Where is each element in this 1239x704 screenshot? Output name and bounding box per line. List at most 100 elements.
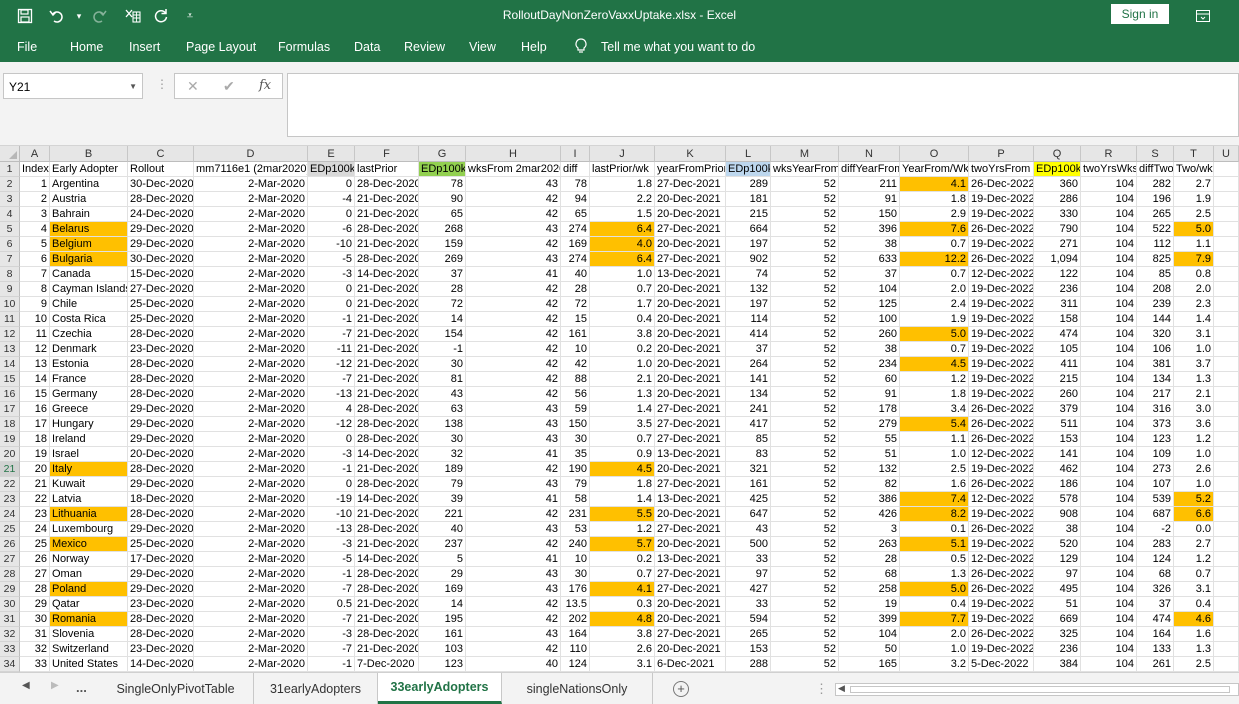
grid-cell[interactable]: 12 xyxy=(20,342,50,357)
grid-cell[interactable]: 1.0 xyxy=(590,267,655,282)
insert-function-icon[interactable]: fx xyxy=(259,78,271,93)
grid-cell[interactable]: 125 xyxy=(839,297,900,312)
grid-cell[interactable]: 100 xyxy=(839,312,900,327)
grid-cell[interactable]: 169 xyxy=(419,582,466,597)
grid-cell[interactable]: -7 xyxy=(308,642,355,657)
row-header-5[interactable]: 5 xyxy=(0,222,20,237)
header-cell[interactable]: EDp100k xyxy=(308,162,355,177)
grid-cell[interactable]: 0.4 xyxy=(900,597,969,612)
grid-cell[interactable]: 2-Mar-2020 xyxy=(194,522,308,537)
column-header-l[interactable]: L xyxy=(726,146,771,162)
header-cell[interactable]: YearFrom/Wk xyxy=(900,162,969,177)
grid-cell[interactable]: 32 xyxy=(20,642,50,657)
grid-cell[interactable]: 78 xyxy=(561,177,590,192)
grid-cell[interactable]: 104 xyxy=(1081,417,1137,432)
grid-cell[interactable]: -13 xyxy=(308,387,355,402)
column-header-u[interactable]: U xyxy=(1214,146,1239,162)
grid-cell[interactable]: Argentina xyxy=(50,177,128,192)
grid-cell[interactable]: 427 xyxy=(726,582,771,597)
grid-cell[interactable] xyxy=(1214,567,1239,582)
grid-cell[interactable]: 33 xyxy=(726,552,771,567)
grid-cell[interactable]: 161 xyxy=(419,627,466,642)
grid-cell[interactable]: 19-Dec-2022 xyxy=(969,282,1034,297)
grid-cell[interactable]: 0 xyxy=(308,207,355,222)
grid-cell[interactable]: 52 xyxy=(771,477,839,492)
grid-cell[interactable]: 12-Dec-2022 xyxy=(969,267,1034,282)
grid-cell[interactable]: Kuwait xyxy=(50,477,128,492)
grid-cell[interactable]: 28-Dec-2020 xyxy=(128,357,194,372)
grid-cell[interactable]: 9 xyxy=(20,297,50,312)
grid-cell[interactable]: 65 xyxy=(561,207,590,222)
grid-cell[interactable]: Latvia xyxy=(50,492,128,507)
column-header-t[interactable]: T xyxy=(1174,146,1214,162)
column-header-c[interactable]: C xyxy=(128,146,194,162)
header-cell[interactable]: Index xyxy=(20,162,50,177)
grid-cell[interactable]: 29-Dec-2020 xyxy=(128,432,194,447)
tab-formulas[interactable]: Formulas xyxy=(278,40,330,54)
grid-cell[interactable]: 164 xyxy=(1137,627,1174,642)
grid-cell[interactable]: 19-Dec-2022 xyxy=(969,387,1034,402)
grid-cell[interactable]: 42 xyxy=(466,357,561,372)
grid-cell[interactable] xyxy=(1214,657,1239,672)
grid-cell[interactable]: 19-Dec-2022 xyxy=(969,462,1034,477)
grid-cell[interactable]: 104 xyxy=(1081,627,1137,642)
header-cell[interactable]: lastPrior xyxy=(355,162,419,177)
grid-cell[interactable]: 386 xyxy=(839,492,900,507)
grid-cell[interactable]: 5.5 xyxy=(590,507,655,522)
grid-cell[interactable]: 26-Dec-2022 xyxy=(969,522,1034,537)
grid-cell[interactable]: 28 xyxy=(419,282,466,297)
row-header-29[interactable]: 29 xyxy=(0,582,20,597)
column-header-m[interactable]: M xyxy=(771,146,839,162)
grid-cell[interactable]: 37 xyxy=(1137,597,1174,612)
grid-cell[interactable]: 1.6 xyxy=(900,477,969,492)
header-cell[interactable]: mm7116e1 (2mar2020) xyxy=(194,162,308,177)
grid-cell[interactable]: 150 xyxy=(839,207,900,222)
tell-me-search[interactable]: Tell me what you want to do xyxy=(601,40,755,54)
grid-cell[interactable]: 261 xyxy=(1137,657,1174,672)
grid-cell[interactable]: 4.5 xyxy=(590,462,655,477)
grid-cell[interactable]: 20-Dec-2021 xyxy=(655,537,726,552)
grid-cell[interactable]: 26-Dec-2022 xyxy=(969,477,1034,492)
grid-cell[interactable]: Lithuania xyxy=(50,507,128,522)
grid-cell[interactable]: 4 xyxy=(20,222,50,237)
grid-cell[interactable]: 79 xyxy=(419,477,466,492)
grid-cell[interactable]: 29-Dec-2020 xyxy=(128,582,194,597)
grid-cell[interactable]: 2.5 xyxy=(1174,657,1214,672)
grid-cell[interactable]: 21-Dec-2020 xyxy=(355,357,419,372)
grid-cell[interactable]: 384 xyxy=(1034,657,1081,672)
grid-cell[interactable]: 26-Dec-2022 xyxy=(969,402,1034,417)
grid-cell[interactable]: -6 xyxy=(308,222,355,237)
grid-cell[interactable] xyxy=(1214,627,1239,642)
column-header-n[interactable]: N xyxy=(839,146,900,162)
grid-cell[interactable]: 94 xyxy=(561,192,590,207)
grid-cell[interactable]: 30-Dec-2020 xyxy=(128,177,194,192)
grid-cell[interactable]: 107 xyxy=(1137,477,1174,492)
grid-cell[interactable]: 19-Dec-2022 xyxy=(969,192,1034,207)
grid-cell[interactable]: 52 xyxy=(771,462,839,477)
grid-cell[interactable]: 594 xyxy=(726,612,771,627)
grid-cell[interactable]: 43 xyxy=(419,387,466,402)
grid-cell[interactable]: 14-Dec-2020 xyxy=(355,447,419,462)
column-header-e[interactable]: E xyxy=(308,146,355,162)
grid-cell[interactable] xyxy=(1214,192,1239,207)
grid-cell[interactable]: 902 xyxy=(726,252,771,267)
grid-cell[interactable]: 0.5 xyxy=(900,552,969,567)
grid-cell[interactable] xyxy=(1214,477,1239,492)
grid-cell[interactable]: Israel xyxy=(50,447,128,462)
grid-cell[interactable]: 2-Mar-2020 xyxy=(194,357,308,372)
grid-cell[interactable]: 14-Dec-2020 xyxy=(128,657,194,672)
grid-cell[interactable]: 1.9 xyxy=(900,312,969,327)
grid-cell[interactable]: 27-Dec-2021 xyxy=(655,222,726,237)
grid-cell[interactable]: 186 xyxy=(1034,477,1081,492)
grid-cell[interactable]: 1.8 xyxy=(590,477,655,492)
grid-cell[interactable]: 1.8 xyxy=(900,192,969,207)
grid-cell[interactable]: 52 xyxy=(771,192,839,207)
grid-cell[interactable]: 2-Mar-2020 xyxy=(194,177,308,192)
grid-cell[interactable]: 539 xyxy=(1137,492,1174,507)
grid-cell[interactable]: 5.0 xyxy=(900,327,969,342)
grid-cell[interactable]: Mexico xyxy=(50,537,128,552)
grid-cell[interactable]: 825 xyxy=(1137,252,1174,267)
grid-cell[interactable]: 30 xyxy=(419,432,466,447)
row-header-11[interactable]: 11 xyxy=(0,312,20,327)
grid-cell[interactable]: 90 xyxy=(419,192,466,207)
